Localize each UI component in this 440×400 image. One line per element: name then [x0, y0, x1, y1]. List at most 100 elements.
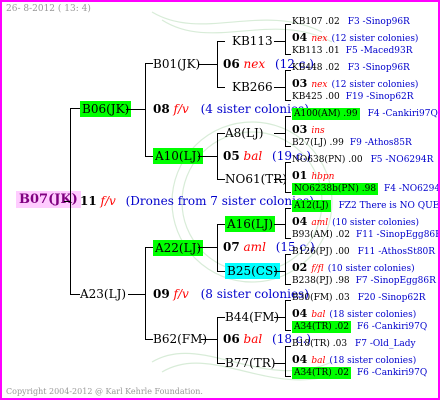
connector	[285, 192, 291, 193]
gen2-node-b62[interactable]: B62(FM)	[153, 333, 207, 345]
gen3-node-b44[interactable]: B44(FM)	[225, 311, 279, 323]
root-note: (Drones from 7 sister colonies)	[125, 194, 314, 208]
gen3-entry[interactable]: A34(TR) .02 F6 -Cankiri97Q	[292, 367, 427, 379]
connector	[217, 41, 225, 42]
connector	[285, 254, 291, 255]
connector	[217, 224, 225, 225]
connector	[285, 330, 291, 331]
connector	[285, 162, 286, 192]
root-node[interactable]: B07(JK)	[16, 191, 81, 208]
gen3-entry[interactable]: KB113 .01 F5 -Maced93R	[292, 47, 413, 56]
gen2-node-a22[interactable]: A22(LJ)	[153, 240, 204, 256]
gen3-entry[interactable]: B30(FM) .03 F20 -Sinop62R	[292, 294, 426, 303]
connector	[285, 70, 291, 71]
connector	[274, 87, 286, 88]
connector	[145, 156, 153, 157]
gen3-mid: 04 bal (18 sister colonies)	[292, 353, 417, 366]
connector	[145, 339, 153, 340]
gen3-mid: 01 hbpn	[292, 169, 335, 182]
connector	[274, 133, 286, 134]
connector	[285, 208, 286, 238]
pedigree-frame: { "header": { "date": "26- 8-2012 ( 13: …	[0, 0, 440, 400]
gen3-node-a16[interactable]: A16(LJ)	[225, 216, 276, 232]
connector	[274, 41, 286, 42]
gen3-entry[interactable]: A12(LJ)FZ2 There is NO QUEEN	[292, 200, 438, 212]
connector	[70, 108, 80, 109]
gen3-entry[interactable]: KB448 .02 F3 -Sinop96R	[292, 64, 410, 73]
gen3-node-kb266[interactable]: KB266	[232, 81, 273, 93]
gen3-entry[interactable]: B93(AM) .02 F11 -SinopEgg86R	[292, 231, 438, 240]
gen2-node-b01[interactable]: B01(JK)	[153, 58, 200, 70]
header-date: 26- 8-2012 ( 13: 4)	[6, 4, 91, 14]
gen3-mid: 04 nex (12 sister colonies)	[292, 31, 419, 44]
gen3-mid: 04 bal (18 sister colonies)	[292, 307, 417, 320]
gen3-entry[interactable]: B126(PJ) .00 F11 -AthosSt80R	[292, 248, 435, 257]
connector	[285, 24, 291, 25]
connector	[70, 294, 80, 295]
connector	[285, 284, 291, 285]
connector	[201, 339, 218, 340]
connector	[285, 162, 291, 163]
connector	[128, 294, 146, 295]
gen3-entry[interactable]: B27(LJ) .99 F9 -Athos85R	[292, 139, 412, 148]
gen3-node-b77[interactable]: B77(TR)	[225, 357, 276, 369]
connector	[217, 317, 225, 318]
connector	[285, 208, 291, 209]
gen3-node-a8[interactable]: A8(LJ)	[225, 127, 263, 139]
connector	[285, 376, 291, 377]
connector	[285, 70, 286, 100]
connector	[217, 179, 225, 180]
connector	[274, 317, 286, 318]
gen3-mid: 03 nex (12 sister colonies)	[292, 77, 419, 90]
footer-copyright: Copyright 2004-2012 @ Karl Kehrle Founda…	[6, 387, 203, 396]
root-id: B07(JK)	[16, 191, 81, 208]
gen3-entry[interactable]: KB107 .02 F3 -Sinop96R	[292, 18, 410, 27]
connector	[285, 116, 286, 146]
gen3-entry[interactable]: A34(TR) .02 F6 -Cankiri97Q	[292, 321, 427, 333]
gen3-mid: 04 aml (10 sister colonies)	[292, 215, 420, 228]
connector	[285, 238, 291, 239]
sire-id: B06(JK)	[80, 101, 132, 117]
root-type: f/v	[100, 194, 116, 208]
connector	[285, 346, 291, 347]
connector	[217, 317, 218, 363]
connector	[274, 363, 286, 364]
connector	[285, 146, 291, 147]
gen2-node-a10[interactable]: A10(LJ)	[153, 148, 204, 164]
connector	[285, 100, 291, 101]
connector	[198, 156, 218, 157]
gen3-entry[interactable]: A100(AM) .99 F4 -Cankiri97Q	[292, 108, 438, 120]
connector	[145, 63, 153, 64]
dam-node[interactable]: A23(LJ)	[80, 288, 126, 300]
connector	[198, 64, 218, 65]
gen3-node-b25[interactable]: B25(CS)	[225, 263, 280, 279]
gen3-entry[interactable]: NO638(PN) .00 F5 -NO6294R	[292, 156, 433, 165]
gen3-node-kb113[interactable]: KB113	[232, 35, 273, 47]
connector	[285, 116, 291, 117]
connector	[285, 300, 291, 301]
connector	[217, 363, 225, 364]
connector	[145, 247, 153, 248]
gen3-entry[interactable]: NO6238b(PN) .98F4 -NO6294R	[292, 183, 438, 195]
connector	[217, 133, 225, 134]
connector	[274, 271, 286, 272]
connector	[217, 87, 225, 88]
sire-node[interactable]: B06(JK)	[80, 101, 132, 117]
dam-id: A23(LJ)	[80, 287, 127, 301]
gen3-entry[interactable]: B238(PJ) .98 F7 -SinopEgg86R	[292, 277, 436, 286]
connector	[285, 346, 286, 376]
gen3-mid: 02 f/fl (10 sister colonies)	[292, 261, 415, 274]
root-gen: 11	[80, 194, 97, 208]
connector	[274, 224, 286, 225]
connector	[126, 109, 146, 110]
gen3-entry[interactable]: KB425 .00 F19 -Sinop62R	[292, 93, 414, 102]
connector	[285, 300, 286, 330]
connector	[217, 271, 225, 272]
connector	[285, 254, 286, 284]
gen3-mid: 03 ins	[292, 123, 325, 136]
connector	[198, 247, 218, 248]
gen3-entry[interactable]: B18(TR) .03 F7 -Old_Lady	[292, 340, 416, 349]
connector	[285, 54, 291, 55]
connector	[285, 24, 286, 54]
connector	[64, 201, 71, 202]
